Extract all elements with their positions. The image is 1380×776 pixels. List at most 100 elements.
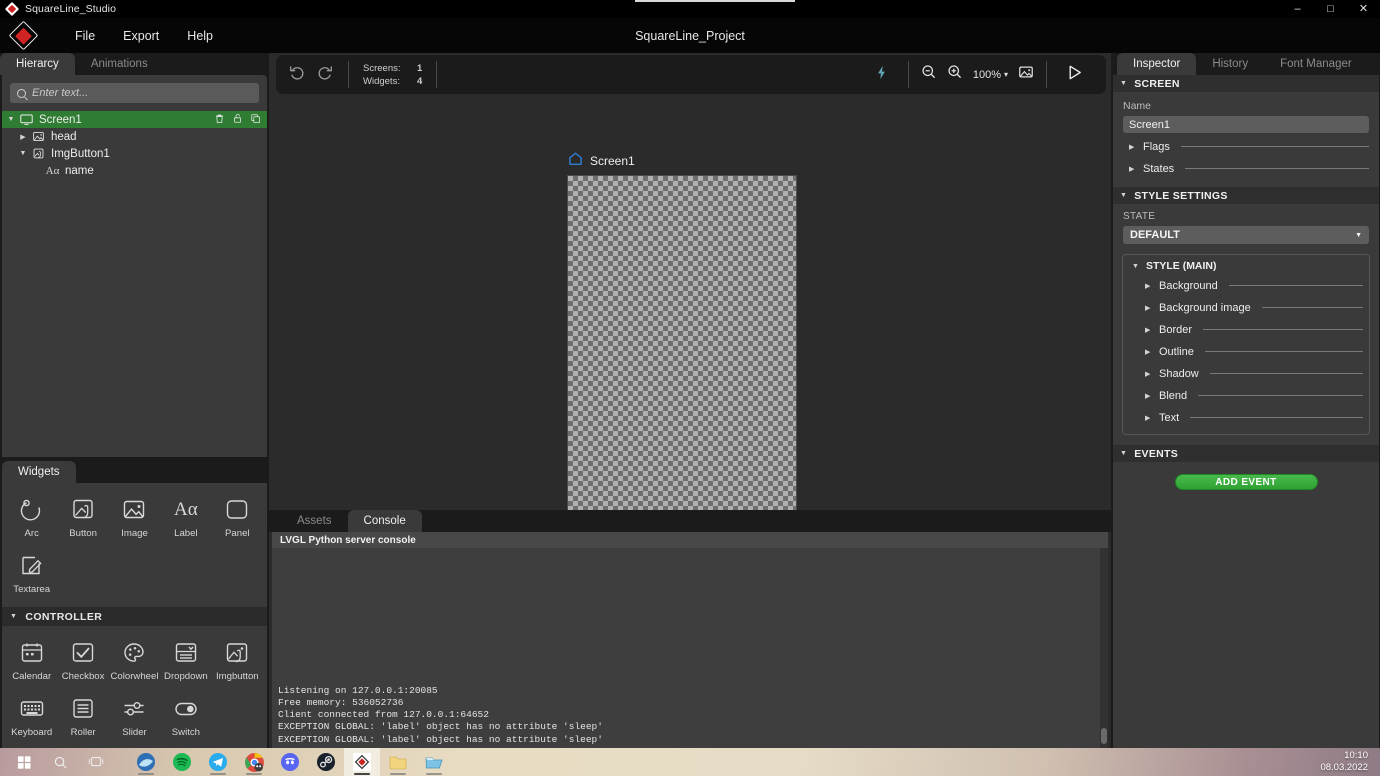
tree-row-imgbutton1[interactable]: ▼ ImgButton1 [2, 145, 267, 162]
widget-slider[interactable]: Slider [109, 688, 160, 742]
add-event-button[interactable]: ADD EVENT [1175, 474, 1318, 490]
tab-assets[interactable]: Assets [281, 510, 348, 532]
widget-arc[interactable]: Arc [6, 489, 57, 543]
inspector-tabstrip: Inspector History Font Manager [1111, 53, 1380, 75]
menu-bar: File Export Help SquareLine_Project [0, 18, 1380, 53]
tab-inspector[interactable]: Inspector [1117, 53, 1196, 75]
flags-label: Flags [1143, 141, 1170, 153]
menu-file[interactable]: File [61, 23, 109, 49]
menu-help[interactable]: Help [173, 23, 227, 49]
tab-console[interactable]: Console [348, 510, 422, 532]
unlock-icon[interactable] [232, 113, 243, 127]
label-icon: Aα [171, 495, 201, 525]
widget-roller[interactable]: Roller [57, 688, 108, 742]
widget-checkbox[interactable]: Checkbox [57, 632, 108, 686]
tree-row-head[interactable]: ▶ head [2, 128, 267, 145]
chevron-right-icon: ▶ [1145, 370, 1152, 378]
widget-calendar[interactable]: Calendar [6, 632, 57, 686]
maximize-button[interactable]: □ [1314, 0, 1347, 18]
close-button[interactable]: ✕ [1347, 0, 1380, 18]
events-body: ADD EVENT [1113, 462, 1379, 502]
window-titlebar: SquareLine_Studio – □ ✕ [0, 0, 1380, 18]
section-screen-header[interactable]: ▼ SCREEN [1113, 75, 1379, 92]
console-line: Listening on 127.0.0.1:20085 [278, 685, 603, 697]
search-box[interactable] [10, 83, 259, 103]
tree-row-name[interactable]: Aα name [2, 162, 267, 179]
widget-label[interactable]: Aα Label [160, 489, 211, 543]
section-style-settings-header[interactable]: ▼ STYLE SETTINGS [1113, 187, 1379, 204]
tab-animations[interactable]: Animations [75, 53, 164, 75]
task-view-icon[interactable] [78, 748, 114, 776]
taskbar-clock[interactable]: 10:10 08.03.2022 [1320, 750, 1380, 774]
minimize-button[interactable]: – [1281, 0, 1314, 18]
textarea-icon [17, 551, 47, 581]
zoom-level-dropdown[interactable]: 100% ▾ [973, 69, 1008, 81]
screen-canvas-checkerboard[interactable] [567, 175, 797, 521]
squareline-icon[interactable] [344, 748, 380, 776]
tab-font-manager[interactable]: Font Manager [1264, 53, 1368, 75]
tree-caret-imgbutton1[interactable]: ▼ [16, 150, 30, 157]
tree-label-name: name [65, 165, 94, 177]
steam-icon[interactable] [308, 748, 344, 776]
tree-row-screen1[interactable]: ▼ Screen1 [2, 111, 267, 128]
tree-caret-head[interactable]: ▶ [16, 133, 30, 141]
play-icon[interactable] [1047, 63, 1106, 87]
widget-colorwheel[interactable]: Colorwheel [109, 632, 160, 686]
style-prop-outline[interactable]: ▶ Outline [1129, 343, 1363, 360]
style-prop-border[interactable]: ▶ Border [1129, 321, 1363, 338]
discord-icon[interactable] [272, 748, 308, 776]
chevron-right-icon: ▶ [1145, 304, 1152, 312]
name-field[interactable]: Screen1 [1123, 116, 1369, 133]
redo-icon[interactable] [316, 63, 334, 86]
chrome-icon[interactable] [236, 748, 272, 776]
telegram-icon[interactable] [200, 748, 236, 776]
tab-hierarcy[interactable]: Hierarcy [0, 53, 75, 75]
right-panel: Inspector History Font Manager ▼ SCREEN … [1111, 53, 1380, 748]
section-controller-header[interactable]: ▼ CONTROLLER [2, 607, 267, 626]
style-prop-shadow[interactable]: ▶ Shadow [1129, 365, 1363, 382]
disclosure-states[interactable]: ▶ States [1123, 160, 1369, 177]
tab-widgets[interactable]: Widgets [2, 461, 76, 483]
zoom-out-icon[interactable] [921, 64, 937, 85]
style-main-label: STYLE (MAIN) [1146, 260, 1217, 272]
style-prop-blend[interactable]: ▶ Blend [1129, 387, 1363, 404]
state-dropdown[interactable]: DEFAULT ▼ [1123, 226, 1369, 244]
browser-icon[interactable] [128, 748, 164, 776]
tree-caret-screen1[interactable]: ▼ [4, 116, 18, 123]
style-prop-background-image[interactable]: ▶ Background image [1129, 299, 1363, 316]
lightning-icon[interactable] [863, 64, 908, 86]
console-scrollbar[interactable] [1100, 548, 1108, 748]
tab-history[interactable]: History [1196, 53, 1264, 75]
search-icon[interactable] [42, 748, 78, 776]
disclosure-flags[interactable]: ▶ Flags [1123, 138, 1369, 155]
trash-icon[interactable] [214, 113, 225, 127]
widget-keyboard[interactable]: Keyboard [6, 688, 57, 742]
console-output[interactable]: Listening on 127.0.0.1:20085 Free memory… [272, 548, 1108, 748]
widgets-key: Widgets: [363, 75, 411, 88]
zoom-in-icon[interactable] [947, 64, 963, 85]
search-input[interactable] [32, 87, 252, 99]
folder-icon[interactable] [380, 748, 416, 776]
menu-export[interactable]: Export [109, 23, 173, 49]
duplicate-icon[interactable] [250, 113, 261, 127]
undo-icon[interactable] [288, 63, 306, 86]
style-prop-text[interactable]: ▶ Text [1129, 409, 1363, 426]
widget-textarea[interactable]: Textarea [6, 545, 57, 599]
style-main-title[interactable]: ▼ STYLE (MAIN) [1129, 260, 1363, 272]
section-events-header[interactable]: ▼ EVENTS [1113, 445, 1379, 462]
widget-switch[interactable]: Switch [160, 688, 211, 742]
widget-image[interactable]: Image [109, 489, 160, 543]
fit-image-icon[interactable] [1018, 64, 1034, 85]
widget-dropdown[interactable]: Dropdown [160, 632, 211, 686]
explorer-icon[interactable] [416, 748, 452, 776]
spotify-icon[interactable] [164, 748, 200, 776]
windows-start-icon[interactable] [6, 748, 42, 776]
design-canvas[interactable]: Screen1 [269, 97, 1111, 557]
chevron-down-icon: ▼ [1120, 450, 1127, 457]
console-scrollbar-thumb[interactable] [1101, 728, 1107, 744]
style-prop-background[interactable]: ▶ Background [1129, 277, 1363, 294]
widget-button[interactable]: Button [57, 489, 108, 543]
widget-panel[interactable]: Panel [212, 489, 263, 543]
widget-imgbutton[interactable]: Imgbutton [212, 632, 263, 686]
widgets-panel: Arc Button [2, 483, 267, 776]
